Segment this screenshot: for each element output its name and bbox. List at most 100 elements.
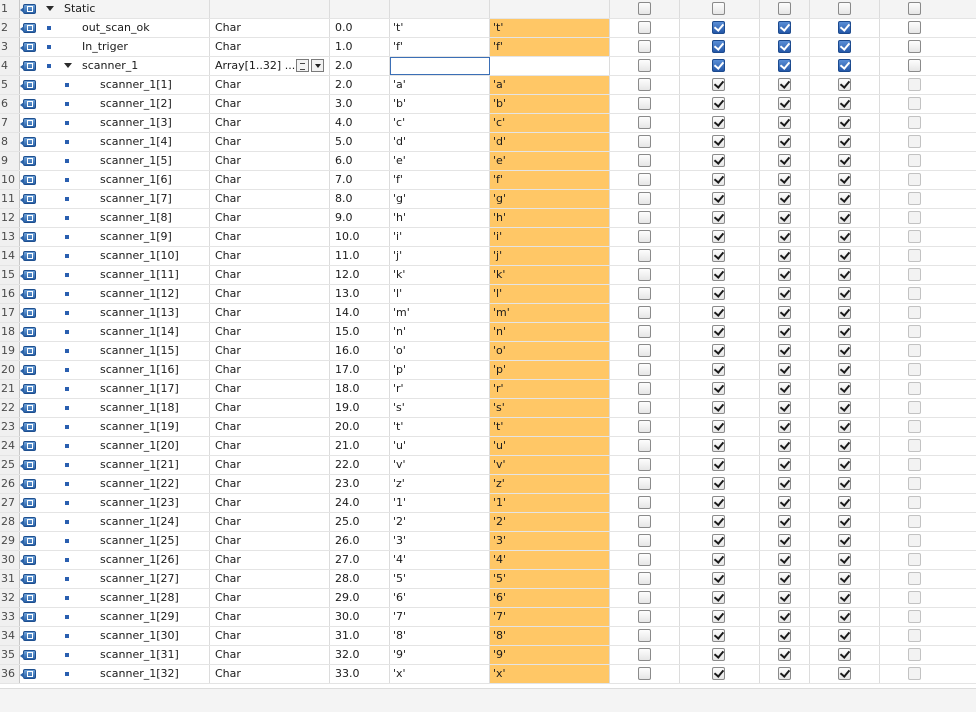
- visible-in-hmi-checkbox[interactable]: [838, 572, 851, 585]
- table-row[interactable]: 33 scanner_1[29] Char 30.0'7' '7': [0, 608, 976, 627]
- row-number[interactable]: 4: [0, 57, 20, 75]
- table-row[interactable]: 16 scanner_1[12] Char 13.0'l''l': [0, 285, 976, 304]
- table-row[interactable]: 17 scanner_1[13] Char 14.0'm''m': [0, 304, 976, 323]
- accessible-from-hmi-checkbox[interactable]: [712, 667, 725, 680]
- writable-from-hmi-checkbox[interactable]: [778, 496, 791, 509]
- accessible-from-hmi-checkbox[interactable]: [712, 173, 725, 186]
- row-number[interactable]: 5: [0, 76, 20, 94]
- row-number[interactable]: 12: [0, 209, 20, 227]
- accessible-from-hmi-checkbox[interactable]: [712, 116, 725, 129]
- table-row[interactable]: 20 scanner_1[16] Char 17.0'p''p': [0, 361, 976, 380]
- type-cell[interactable]: Char: [210, 532, 330, 550]
- type-cell[interactable]: Char: [210, 475, 330, 493]
- table-row[interactable]: 12 scanner_1[8] Char 9.0'h''h': [0, 209, 976, 228]
- type-cell[interactable]: Char: [210, 304, 330, 322]
- writable-from-hmi-checkbox[interactable]: [778, 192, 791, 205]
- table-row[interactable]: 35 scanner_1[31] Char 32.0'9' '9': [0, 646, 976, 665]
- accessible-from-hmi-checkbox[interactable]: [712, 211, 725, 224]
- type-cell[interactable]: Char: [210, 418, 330, 436]
- writable-from-hmi-checkbox[interactable]: [778, 420, 791, 433]
- table-row[interactable]: 22 scanner_1[18] Char 19.0's''s': [0, 399, 976, 418]
- start-value-cell[interactable]: 'p': [390, 361, 490, 379]
- retain-checkbox[interactable]: [638, 192, 651, 205]
- start-value-cell[interactable]: 'a': [390, 76, 490, 94]
- accessible-from-hmi-checkbox[interactable]: [712, 287, 725, 300]
- type-cell[interactable]: Char: [210, 399, 330, 417]
- visible-in-hmi-checkbox[interactable]: [838, 515, 851, 528]
- setpoint-checkbox[interactable]: [908, 2, 921, 15]
- type-cell[interactable]: Char: [210, 266, 330, 284]
- start-value-cell[interactable]: 'o': [390, 342, 490, 360]
- retain-checkbox[interactable]: [638, 59, 651, 72]
- name-cell[interactable]: scanner_1[7]: [40, 190, 210, 208]
- table-row[interactable]: 8 scanner_1[4] Char 5.0'd''d': [0, 133, 976, 152]
- type-cell[interactable]: Char: [210, 247, 330, 265]
- writable-from-hmi-checkbox[interactable]: [778, 21, 791, 34]
- start-value-cell[interactable]: 't': [390, 19, 490, 37]
- type-cell[interactable]: Char: [210, 513, 330, 531]
- setpoint-checkbox[interactable]: [908, 420, 921, 433]
- table-row[interactable]: 1 Static: [0, 0, 976, 19]
- visible-in-hmi-checkbox[interactable]: [838, 629, 851, 642]
- type-cell[interactable]: Char: [210, 437, 330, 455]
- retain-checkbox[interactable]: [638, 135, 651, 148]
- start-value-cell[interactable]: 'f': [390, 171, 490, 189]
- writable-from-hmi-checkbox[interactable]: [778, 610, 791, 623]
- writable-from-hmi-checkbox[interactable]: [778, 154, 791, 167]
- accessible-from-hmi-checkbox[interactable]: [712, 97, 725, 110]
- type-cell[interactable]: Char: [210, 152, 330, 170]
- visible-in-hmi-checkbox[interactable]: [838, 591, 851, 604]
- setpoint-checkbox[interactable]: [908, 249, 921, 262]
- row-number[interactable]: 13: [0, 228, 20, 246]
- type-cell[interactable]: Char: [210, 76, 330, 94]
- retain-checkbox[interactable]: [638, 496, 651, 509]
- writable-from-hmi-checkbox[interactable]: [778, 268, 791, 281]
- setpoint-checkbox[interactable]: [908, 458, 921, 471]
- row-number[interactable]: 19: [0, 342, 20, 360]
- setpoint-checkbox[interactable]: [908, 40, 921, 53]
- writable-from-hmi-checkbox[interactable]: [778, 458, 791, 471]
- visible-in-hmi-checkbox[interactable]: [838, 401, 851, 414]
- retain-checkbox[interactable]: [638, 78, 651, 91]
- visible-in-hmi-checkbox[interactable]: [838, 287, 851, 300]
- name-cell[interactable]: scanner_1[18]: [40, 399, 210, 417]
- accessible-from-hmi-checkbox[interactable]: [712, 629, 725, 642]
- visible-in-hmi-checkbox[interactable]: [838, 534, 851, 547]
- type-cell[interactable]: Char: [210, 608, 330, 626]
- type-cell[interactable]: Char: [210, 342, 330, 360]
- name-cell[interactable]: scanner_1[15]: [40, 342, 210, 360]
- start-value-cell[interactable]: 'f': [390, 38, 490, 56]
- writable-from-hmi-checkbox[interactable]: [778, 382, 791, 395]
- setpoint-checkbox[interactable]: [908, 667, 921, 680]
- table-row[interactable]: 31 scanner_1[27] Char 28.0'5' '5': [0, 570, 976, 589]
- setpoint-checkbox[interactable]: [908, 306, 921, 319]
- type-cell[interactable]: Array[1..32] ...: [210, 57, 330, 75]
- name-cell[interactable]: scanner_1[32]: [40, 665, 210, 683]
- name-cell[interactable]: scanner_1[25]: [40, 532, 210, 550]
- start-value-cell[interactable]: 'h': [390, 209, 490, 227]
- retain-checkbox[interactable]: [638, 40, 651, 53]
- retain-checkbox[interactable]: [638, 458, 651, 471]
- setpoint-checkbox[interactable]: [908, 116, 921, 129]
- retain-checkbox[interactable]: [638, 420, 651, 433]
- row-number[interactable]: 25: [0, 456, 20, 474]
- retain-checkbox[interactable]: [638, 363, 651, 376]
- setpoint-checkbox[interactable]: [908, 325, 921, 338]
- visible-in-hmi-checkbox[interactable]: [838, 249, 851, 262]
- name-cell[interactable]: scanner_1[28]: [40, 589, 210, 607]
- visible-in-hmi-checkbox[interactable]: [838, 173, 851, 186]
- row-number[interactable]: 2: [0, 19, 20, 37]
- accessible-from-hmi-checkbox[interactable]: [712, 534, 725, 547]
- table-row[interactable]: 21 scanner_1[17] Char 18.0'r''r': [0, 380, 976, 399]
- visible-in-hmi-checkbox[interactable]: [838, 382, 851, 395]
- accessible-from-hmi-checkbox[interactable]: [712, 344, 725, 357]
- type-cell[interactable]: Char: [210, 380, 330, 398]
- row-number[interactable]: 26: [0, 475, 20, 493]
- writable-from-hmi-checkbox[interactable]: [778, 648, 791, 661]
- start-value-cell[interactable]: '8': [390, 627, 490, 645]
- visible-in-hmi-checkbox[interactable]: [838, 344, 851, 357]
- visible-in-hmi-checkbox[interactable]: [838, 78, 851, 91]
- start-value-cell[interactable]: '3': [390, 532, 490, 550]
- table-row[interactable]: 10 scanner_1[6] Char 7.0'f''f': [0, 171, 976, 190]
- setpoint-checkbox[interactable]: [908, 97, 921, 110]
